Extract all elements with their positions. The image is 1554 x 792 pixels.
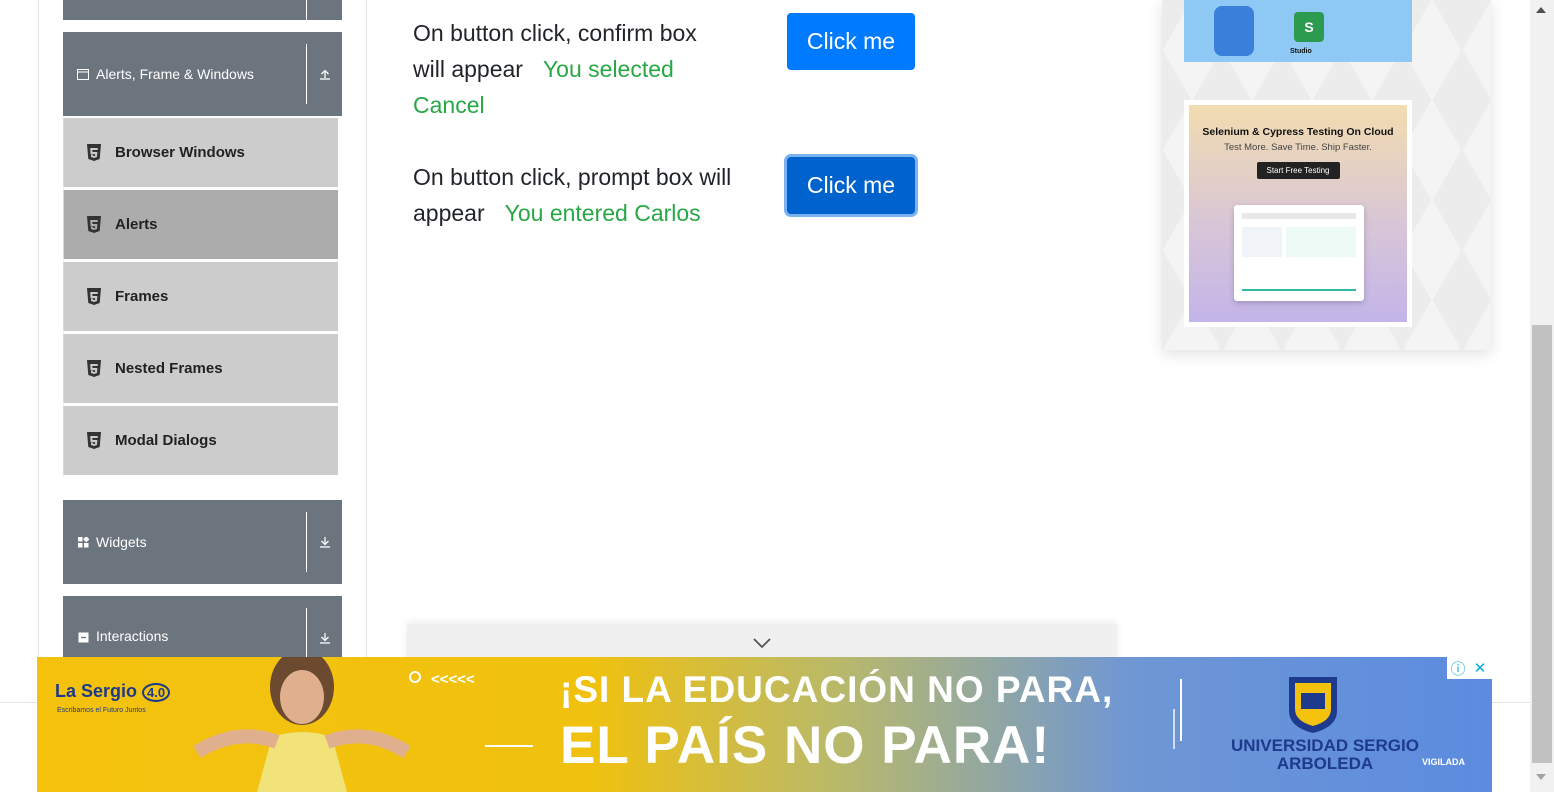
prompt-box-row: On button click, prompt box will appear Y… (413, 159, 733, 231)
side-ad-subtitle: Test More. Save Time. Ship Faster. (1224, 142, 1372, 153)
banner-university: UNIVERSIDAD SERGIO ARBOLEDA (1231, 736, 1419, 773)
html5-icon (87, 287, 101, 305)
prompt-result: You entered Carlos (504, 200, 701, 226)
robot-icon (1214, 6, 1254, 56)
sidebar-group-label: Interactions (96, 628, 169, 644)
sidebar-item-label: Frames (115, 288, 169, 305)
studio-logo-icon: S (1294, 12, 1324, 42)
prompt-button[interactable]: Click me (787, 157, 915, 214)
banner-divider (1173, 709, 1175, 749)
scroll-up-arrow-icon[interactable] (1536, 7, 1546, 13)
side-ad-card[interactable]: Selenium & Cypress Testing On Cloud Test… (1184, 100, 1412, 327)
sidebar-item-label: Nested Frames (115, 360, 223, 377)
banner-logo-badge: 4.0 (142, 683, 171, 702)
confirm-box-row: On button click, confirm box will appear… (413, 15, 733, 123)
sidebar-item-modal-dialogs[interactable]: Modal Dialogs (63, 405, 339, 476)
banner-divider (1180, 679, 1182, 741)
sidebar-item-label: Browser Windows (115, 144, 245, 161)
interactions-icon (77, 631, 89, 643)
arrow-up-icon[interactable] (306, 44, 342, 104)
widgets-icon (77, 536, 89, 548)
sidebar-group-label: Widgets (96, 534, 147, 550)
html5-icon (87, 143, 101, 161)
sidebar-group-label: Alerts, Frame & Windows (96, 66, 254, 82)
chevron-down-icon[interactable] (752, 636, 772, 650)
banner-ad[interactable]: La Sergio 4.0 Escribamos el Futuro Junto… (37, 657, 1492, 792)
info-icon[interactable]: ⓘ (1447, 657, 1469, 679)
scroll-down-arrow-icon[interactable] (1536, 774, 1546, 780)
sidebar-item-label: Alerts (115, 216, 158, 233)
banner-logo-tagline: Escribamos el Futuro Juntos (57, 707, 146, 714)
sidebar-item-label: Modal Dialogs (115, 432, 217, 449)
scrollbar-thumb[interactable] (1532, 325, 1552, 763)
side-ad-top-image[interactable]: S Studio (1184, 0, 1412, 62)
banner-headline-2: EL PAÍS NO PARA! (560, 716, 1051, 775)
html5-icon (87, 359, 101, 377)
html5-icon (87, 431, 101, 449)
banner-logo: La Sergio 4.0 (55, 681, 171, 702)
sidebar-item-nested-frames[interactable]: Nested Frames (63, 333, 339, 404)
html5-icon (87, 215, 101, 233)
banner-vigilada: VIGILADA (1422, 757, 1466, 767)
banner-logo-text: La Sergio (55, 681, 138, 701)
circle-icon (409, 671, 421, 683)
confirm-button[interactable]: Click me (787, 13, 915, 70)
side-ad-title: Selenium & Cypress Testing On Cloud (1202, 126, 1394, 138)
window-icon (77, 68, 89, 80)
sidebar-item-frames[interactable]: Frames (63, 261, 339, 332)
arrow-down-icon[interactable] (306, 512, 342, 572)
sidebar-group-widgets[interactable]: Widgets (63, 500, 342, 584)
banner-arrows: <<<<< (431, 671, 475, 688)
studio-label: Studio (1290, 48, 1312, 55)
sidebar-group-previous[interactable] (63, 0, 342, 20)
close-icon[interactable]: ✕ (1469, 657, 1491, 679)
banner-dash (485, 745, 533, 747)
sidebar-item-browser-windows[interactable]: Browser Windows (63, 117, 339, 188)
banner-ad-controls[interactable]: ⓘ ✕ (1447, 657, 1492, 679)
person-illustration (193, 657, 411, 792)
banner-headline-1: ¡SI LA EDUCACIÓN NO PARA, (560, 669, 1114, 710)
side-ad-cta-button[interactable]: Start Free Testing (1256, 162, 1340, 179)
sidebar-group-alerts-frame-windows[interactable]: Alerts, Frame & Windows (63, 32, 342, 116)
side-ad-column[interactable]: S Studio Selenium & Cypress Testing On C… (1162, 0, 1491, 350)
university-shield-icon (1289, 677, 1337, 733)
dashboard-illustration (1234, 205, 1364, 301)
sidebar-item-alerts[interactable]: Alerts (63, 189, 339, 260)
